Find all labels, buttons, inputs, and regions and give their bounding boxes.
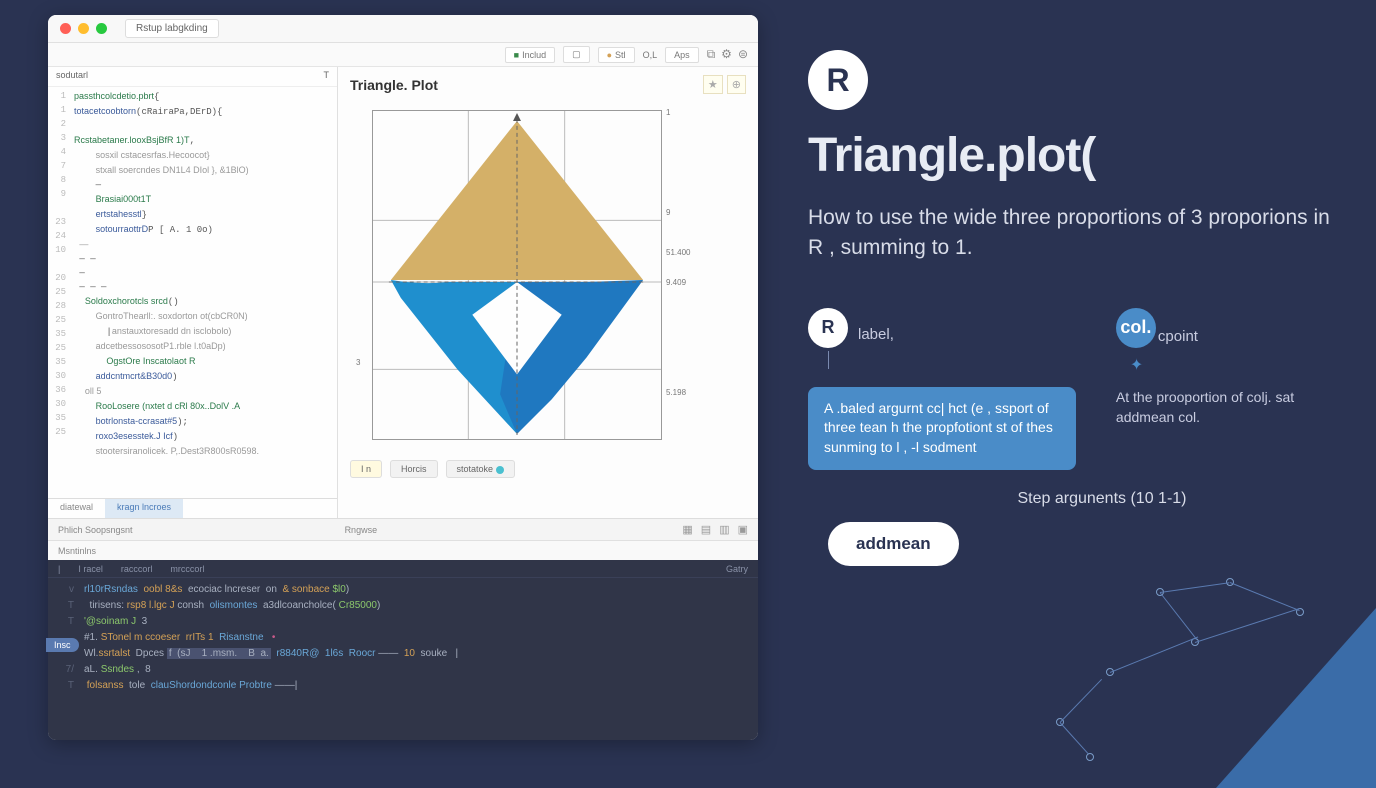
minimize-icon[interactable] (78, 23, 89, 34)
code-tabs: diatewal kragn lncroes (48, 498, 337, 518)
sb-icon[interactable]: ▤ (701, 523, 711, 536)
triangle-chart (372, 110, 662, 440)
card-badge-r: R (808, 308, 848, 348)
titlebar: Rstup labgkding (48, 15, 758, 43)
ytick: 9.409 (666, 278, 686, 287)
plot-legend: I n Horcis stotatoke (350, 460, 746, 478)
page-title: Triangle.plot( (808, 128, 1336, 183)
plot-header: Triangle. Plot ★ ⊕ (350, 75, 746, 94)
decor-graph (1036, 568, 1376, 768)
status-icons: ▦ ▤ ▥ ▣ (682, 523, 748, 536)
legend-2[interactable]: Horcis (390, 460, 438, 478)
toolbar-btn-1[interactable]: ■Includ (505, 47, 555, 63)
status-mid: Rngwse (345, 525, 378, 535)
console-body[interactable]: vTT7/T rl10rRsndas oobl 8&s ecociac lncr… (48, 578, 758, 740)
legend-3[interactable]: stotatoke (446, 460, 515, 478)
tab-1[interactable]: diatewal (48, 499, 105, 518)
tb-icon-3[interactable]: ⊜ (738, 47, 748, 62)
sb-icon[interactable]: ▦ (682, 523, 692, 536)
midbar: Msntinlns (48, 540, 758, 560)
ide-window: Rstup labgkding ■Includ ▢ ●Stl O,L Aps ⧉… (48, 15, 758, 740)
statusbar: Phlich Soopsngsnt Rngwse ▦ ▤ ▥ ▣ (48, 518, 758, 540)
toolbar-btn-4[interactable]: Aps (665, 47, 699, 63)
ytick: 5.198 (666, 388, 686, 397)
card-col: col. cpoint ✦ At the prooportion of colj… (1116, 308, 1336, 470)
ytick: 51.400 (666, 248, 690, 257)
card-col-label: cpoint (1158, 328, 1336, 345)
plot-title: Triangle. Plot (350, 77, 438, 93)
step-label: Step argunents (10 1-1) (868, 490, 1336, 508)
chart-wrap: 1 9 51.400 9.409 3 5.198 (358, 100, 668, 450)
maximize-icon[interactable] (96, 23, 107, 34)
prompt-tag: Insc (46, 638, 79, 652)
card-badge-col: col. (1116, 308, 1156, 348)
code-header: sodutarlT (48, 67, 337, 87)
toolbar-lbl: O,L (643, 50, 658, 60)
card-label-text: label, (858, 326, 1076, 343)
card-col-desc: At the prooportion of colj. sat addmean … (1116, 387, 1336, 428)
close-icon[interactable] (60, 23, 71, 34)
tb-icon-1[interactable]: ⧉ (707, 47, 716, 62)
status-left: Phlich Soopsngsnt (58, 525, 133, 535)
line-gutter: 11234789232410202528253525353036303525 (48, 87, 70, 498)
code-text[interactable]: passthcolcdetio.pbrt{ totacetcoobtorn(cR… (70, 87, 337, 498)
toolbar-btn-3[interactable]: ●Stl (598, 47, 635, 63)
addmean-pill[interactable]: addmean (828, 522, 959, 566)
page-subtitle: How to use the wide three proportions of… (808, 203, 1336, 264)
tab-2[interactable]: kragn lncroes (105, 499, 183, 518)
ytick: 9 (666, 208, 670, 217)
main-area: sodutarlT 112347892324102025282535253530… (48, 67, 758, 518)
plot-panel: Triangle. Plot ★ ⊕ (338, 67, 758, 518)
traffic-lights (60, 23, 107, 34)
console-text: rl10rRsndas oobl 8&s ecociac lncreser on… (80, 582, 758, 736)
code-editor: sodutarlT 112347892324102025282535253530… (48, 67, 338, 518)
console-header: | I racel racccorl mrcccorl Gatry (48, 560, 758, 578)
toolbar: ■Includ ▢ ●Stl O,L Aps ⧉ ⚙ ⊜ (48, 43, 758, 67)
right-panel: R Triangle.plot( How to use the wide thr… (758, 0, 1376, 768)
sb-icon[interactable]: ▥ (719, 523, 729, 536)
plot-icon-1[interactable]: ★ (703, 75, 723, 94)
plot-icon-2[interactable]: ⊕ (727, 75, 746, 94)
console-gutter: vTT7/T (48, 582, 80, 736)
tb-icon-2[interactable]: ⚙ (721, 47, 732, 62)
legend-1[interactable]: I n (350, 460, 382, 478)
card-bubble: A .baled argurnt cc| hct (e , ssport of … (808, 387, 1076, 470)
arg-cards: R label, A .baled argurnt cc| hct (e , s… (808, 308, 1336, 470)
window-tab[interactable]: Rstup labgkding (125, 19, 219, 38)
toolbar-icons: ⧉ ⚙ ⊜ (707, 47, 748, 62)
toolbar-btn-2[interactable]: ▢ (563, 46, 590, 63)
decor-triangle (1216, 608, 1376, 788)
card-label: R label, A .baled argurnt cc| hct (e , s… (808, 308, 1076, 470)
ytick: 1 (666, 108, 670, 117)
ytick: 3 (356, 358, 360, 367)
code-body[interactable]: 11234789232410202528253525353036303525 p… (48, 87, 337, 498)
r-badge: R (808, 50, 868, 110)
plot-icons: ★ ⊕ (703, 75, 746, 94)
console[interactable]: | I racel racccorl mrcccorl Gatry vTT7/T… (48, 560, 758, 740)
sb-icon[interactable]: ▣ (738, 523, 748, 536)
